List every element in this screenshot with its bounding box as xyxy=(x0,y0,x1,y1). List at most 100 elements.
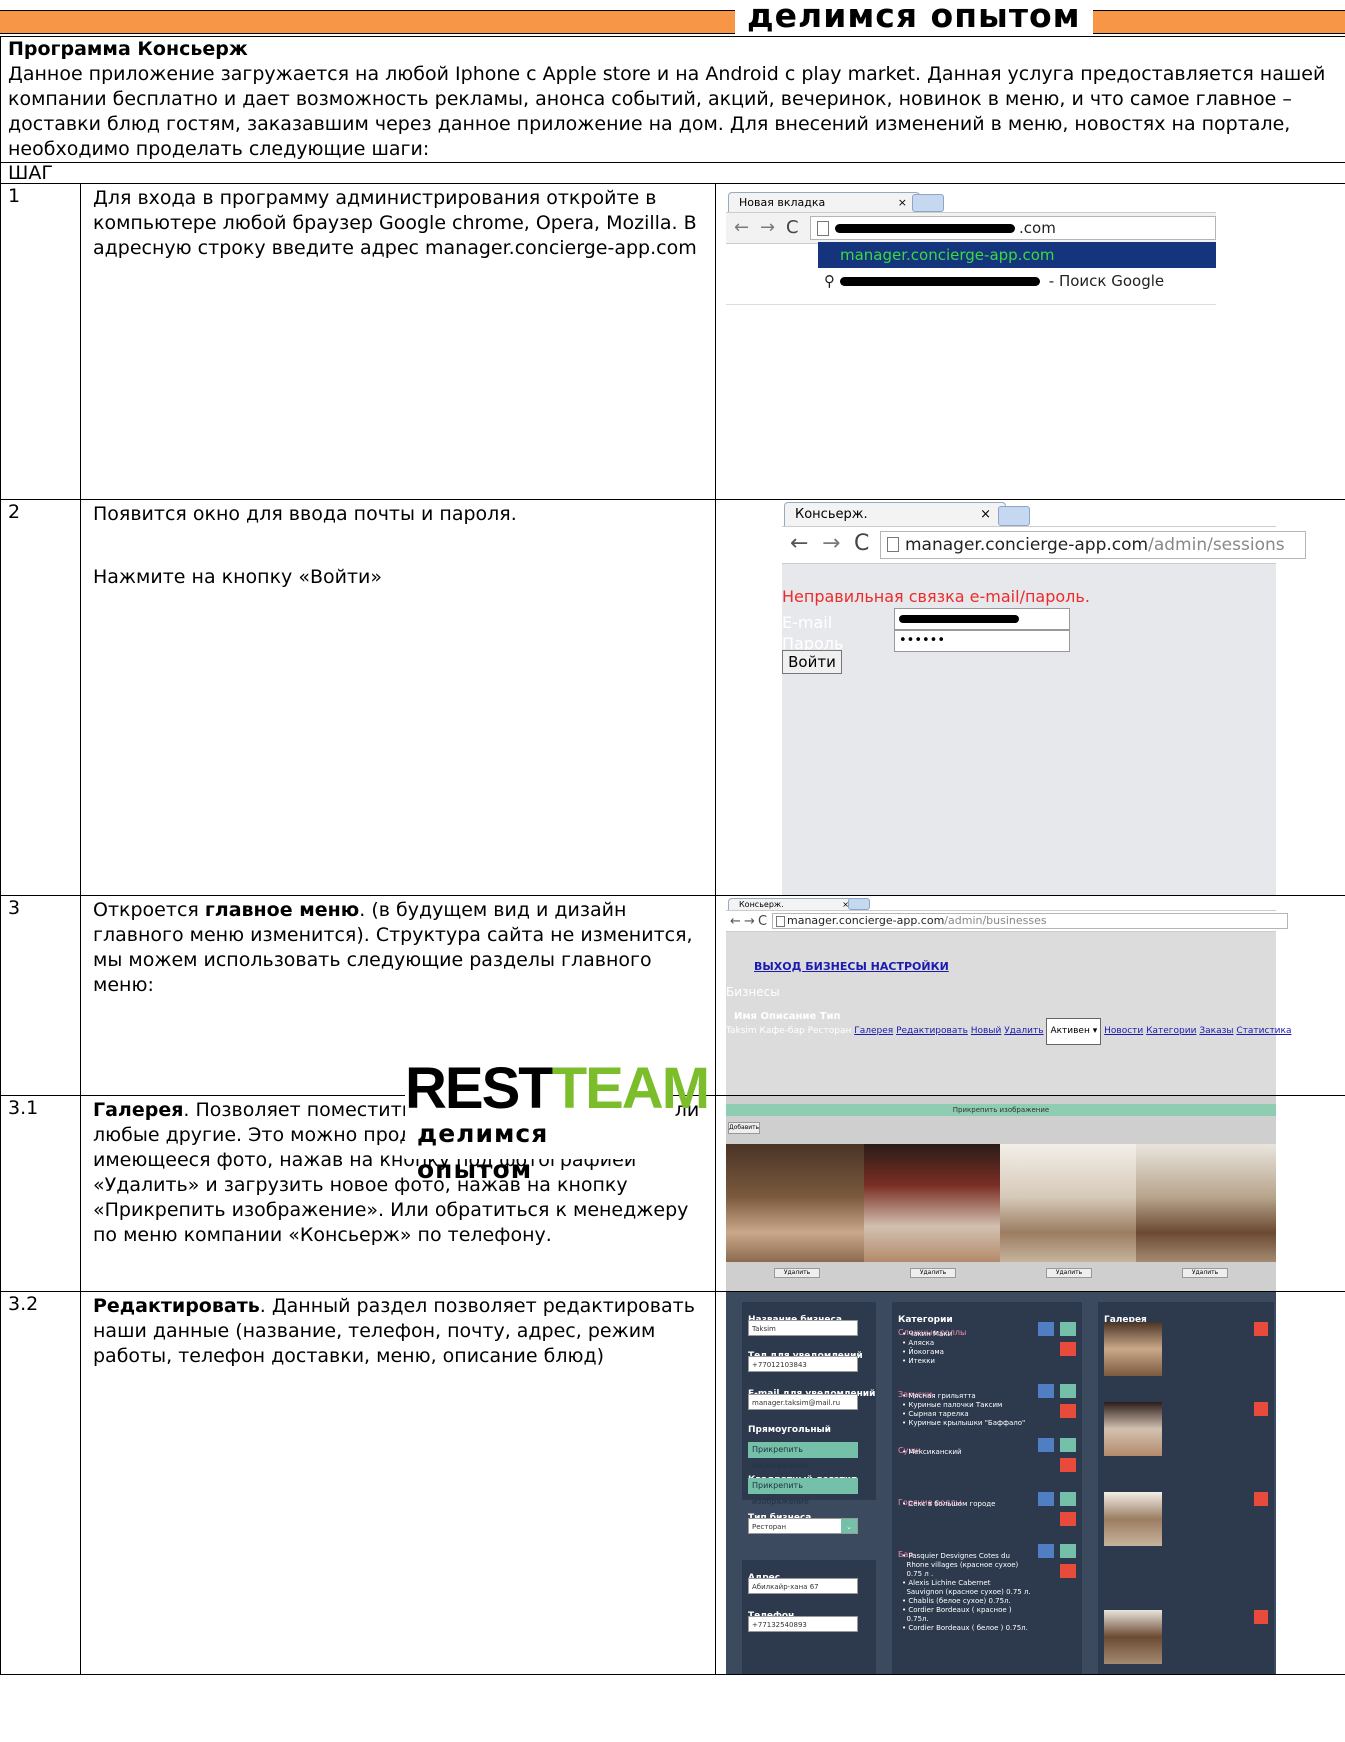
trash-icon xyxy=(1254,1402,1268,1416)
step-text-bold: Редактировать xyxy=(93,1295,260,1317)
address-field: Абилкайр-хана 67 xyxy=(748,1578,858,1594)
gallery-thumb xyxy=(1104,1402,1162,1456)
autocomplete-suggestion: manager.concierge-app.com xyxy=(818,242,1216,268)
browser-toolbar: ← → C manager.concierge-app.com/admin/se… xyxy=(782,526,1306,564)
password-field: •••••• xyxy=(894,630,1070,652)
step-text: Редактировать. Данный раздел позволяет р… xyxy=(80,1291,716,1675)
delete-button: Удалить xyxy=(774,1268,820,1278)
phone-field: +77132540893 xyxy=(748,1616,858,1632)
login-button: Войти xyxy=(782,650,842,674)
address-bar: manager.concierge-app.com/admin/business… xyxy=(772,913,1288,929)
edit-icon xyxy=(1060,1322,1076,1336)
categories-link: Категории xyxy=(1146,1026,1197,1036)
reload-icon: C xyxy=(758,914,768,929)
category-items: • Мексиканский xyxy=(902,1448,962,1456)
news-link: Новости xyxy=(1104,1026,1144,1036)
email-field xyxy=(894,608,1070,630)
status-select-value: Активен xyxy=(1050,1026,1090,1036)
business-name-field: Taksim xyxy=(748,1320,858,1336)
gallery-thumb xyxy=(1104,1322,1162,1376)
business-row: Taksim Кафе-бар Ресторан Галерея Редакти… xyxy=(726,1018,1291,1045)
step-number: 3.2 xyxy=(0,1291,81,1675)
gallery-link: Галерея xyxy=(854,1026,894,1036)
search-suffix: - Поиск Google xyxy=(1044,272,1165,290)
trash-icon xyxy=(1254,1492,1268,1506)
edit-icon xyxy=(1060,1384,1076,1398)
notif-phone-field: +77012103843 xyxy=(748,1356,858,1372)
edit-icon xyxy=(1060,1544,1076,1558)
category-items: • Секс в большом городе xyxy=(902,1500,996,1508)
view-icon xyxy=(1038,1384,1054,1398)
divider xyxy=(726,304,1216,305)
businesses-title: Бизнесы xyxy=(726,985,780,999)
intro-title: Программа Консьерж xyxy=(8,38,248,60)
step-screenshot: Консьерж. × ← → C manager.concierge-app.c… xyxy=(715,895,1345,1096)
step-header: ШАГ xyxy=(0,162,1345,184)
category-items: • Чакин Маки • Аляска • Йокогама • Итекк… xyxy=(902,1330,953,1365)
logo-rest: REST xyxy=(405,1056,554,1121)
attach-square-logo-button: Прикрепить изображение xyxy=(748,1478,858,1506)
step-screenshot: Новая вкладка × ← → C .com manager.concie… xyxy=(715,183,1345,500)
browser-tabstrip: Консьерж. × xyxy=(782,500,1276,527)
step-screenshot: Новое изображение Прикрепить изображение… xyxy=(715,1095,1345,1292)
trash-icon xyxy=(1060,1458,1076,1472)
view-icon xyxy=(1038,1322,1054,1336)
trash-icon xyxy=(1254,1610,1268,1624)
category-items: • Мясная грильятта • Куриные палочки Так… xyxy=(902,1392,1026,1427)
instructions-table: Программа Консьерж Данное приложение заг… xyxy=(0,36,1345,1675)
business-type-select: Ресторан ⌄ xyxy=(748,1518,858,1534)
logo-wordmark: RESTTEAM xyxy=(405,1054,710,1124)
url-host: manager.concierge-app.com xyxy=(787,914,945,927)
reload-icon: C xyxy=(854,531,870,556)
step-text-bold: Галерея xyxy=(93,1099,184,1121)
redaction-scribble xyxy=(899,614,1019,623)
intro-text: Данное приложение загружается на любой I… xyxy=(8,63,1326,160)
page-icon xyxy=(817,221,829,236)
notif-email-field: manager.taksim@mail.ru xyxy=(748,1394,858,1410)
trash-icon xyxy=(1060,1404,1076,1418)
url-host: manager.concierge-app.com xyxy=(905,535,1149,555)
step-header-row: ШАГ xyxy=(0,162,1345,184)
attach-image-button: Прикрепить изображение xyxy=(726,1104,1276,1116)
header-banner: делимся опытом xyxy=(0,0,1345,36)
browser-tab: Новая вкладка × xyxy=(728,192,920,213)
business-row-data: Taksim Кафе-бар Ресторан xyxy=(726,1026,855,1036)
trash-icon xyxy=(1060,1512,1076,1526)
category-items: • Pasquier Desvignes Cotes du Rhone vill… xyxy=(902,1552,1031,1632)
step-row: 1 Для входа в программу администрировани… xyxy=(0,183,1345,500)
tab-title: Консьерж. xyxy=(739,900,784,909)
page-icon xyxy=(776,916,785,927)
banner-subtitle: делимся опытом xyxy=(735,0,1093,34)
back-icon: ← xyxy=(734,217,750,238)
logo-subtitle: делимся опытом xyxy=(417,1119,549,1184)
banner-orange-bar xyxy=(0,10,1345,34)
forward-icon: → xyxy=(744,914,755,929)
new-tab-button xyxy=(848,898,870,910)
delete-button: Удалить xyxy=(1182,1268,1228,1278)
trash-icon xyxy=(1254,1322,1268,1336)
address-text: .com xyxy=(1019,219,1056,237)
view-icon xyxy=(1038,1438,1054,1452)
forward-icon: → xyxy=(760,217,776,238)
error-message: Неправильная связка e-mail/пароль. xyxy=(782,587,1090,606)
browser-tabstrip: Консьерж. × xyxy=(726,896,1276,911)
step-number: 1 xyxy=(0,183,81,500)
attach-rect-logo-button: Прикрепить изображение xyxy=(748,1442,858,1470)
close-icon: × xyxy=(980,507,991,522)
edit-screenshot: Название бизнеса Taksim Тел для уведомле… xyxy=(726,1292,1276,1674)
new-tab-button xyxy=(998,506,1030,526)
logo-team: TEAM xyxy=(551,1056,710,1121)
view-icon xyxy=(1038,1544,1054,1558)
url-path: /admin/sessions xyxy=(1148,535,1285,555)
browser-toolbar: ← → C .com xyxy=(726,212,1216,244)
tab-title: Консьерж. xyxy=(795,507,868,522)
search-icon: ⚲ xyxy=(824,272,835,290)
step-text-line: Появится окно для ввода почты и пароля. xyxy=(93,503,517,525)
step-screenshot: Название бизнеса Taksim Тел для уведомле… xyxy=(715,1291,1345,1675)
businesses-screenshot: Консьерж. × ← → C manager.concierge-app.c… xyxy=(726,896,1291,1095)
login-screenshot: Консьерж. × ← → C manager.concierge-app.c… xyxy=(782,500,1306,895)
gallery-thumb xyxy=(1104,1610,1162,1664)
gallery-thumb xyxy=(1104,1492,1162,1546)
address-bar: .com xyxy=(810,216,1216,240)
new-tab-button xyxy=(912,194,944,212)
